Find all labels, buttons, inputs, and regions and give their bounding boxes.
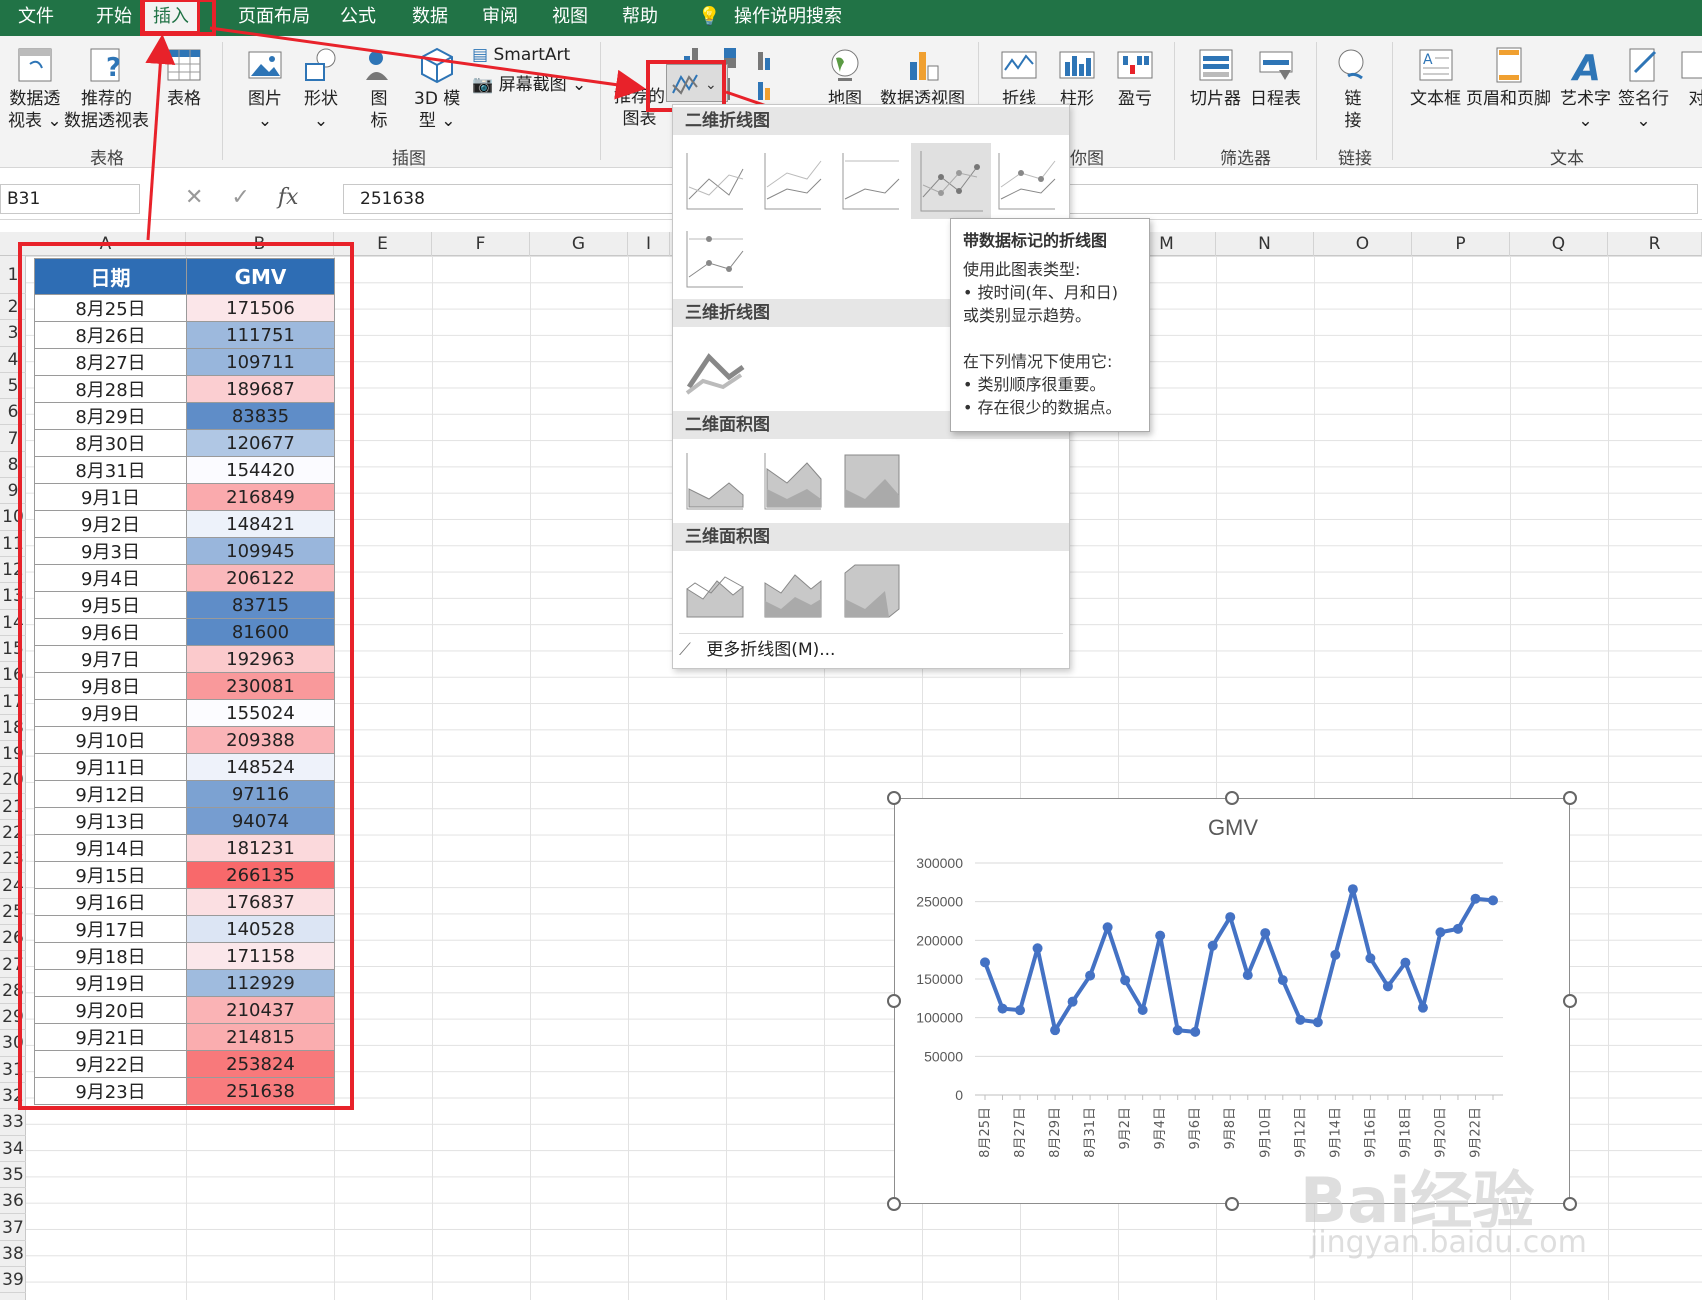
tooltip-line <box>963 327 1137 350</box>
gmv-line-chart[interactable]: GMV 0 50000 100000 150000 200000 250000 300000 8… <box>894 798 1570 1204</box>
resize-handle[interactable] <box>1563 791 1577 805</box>
line-with-markers-thumb <box>920 151 983 212</box>
row-header[interactable]: 36 <box>0 1188 26 1215</box>
data-point <box>1277 975 1288 986</box>
x-tick-label: 9月8日 <box>1223 1107 1238 1150</box>
x-tick-label: 9月2日 <box>1118 1107 1133 1150</box>
highlight-data-range <box>18 242 354 1110</box>
data-point <box>1172 1025 1183 1036</box>
data-point <box>1120 975 1131 986</box>
chart-title: GMV <box>1208 815 1258 840</box>
data-point <box>1225 912 1236 923</box>
row-header[interactable]: 39 <box>0 1267 26 1294</box>
data-point <box>1260 928 1271 939</box>
data-point <box>980 957 990 968</box>
row-header[interactable]: 38 <box>0 1241 26 1268</box>
chart-type-tooltip: 带数据标记的折线图 使用此图表类型: • 按时间(年、月和日) 或类别显示趋势。… <box>950 218 1150 432</box>
row-header[interactable]: 37 <box>0 1215 26 1241</box>
data-point <box>1330 949 1341 960</box>
row-header[interactable]: 34 <box>0 1136 26 1162</box>
row-header[interactable]: 33 <box>0 1109 26 1136</box>
data-point <box>1050 1025 1061 1036</box>
y-tick-label: 150000 <box>916 971 963 987</box>
resize-handle[interactable] <box>1563 1197 1577 1211</box>
resize-handle[interactable] <box>1563 994 1577 1008</box>
stacked-line-markers-thumb[interactable] <box>995 149 1059 213</box>
data-point <box>1435 927 1446 938</box>
row-header[interactable]: 35 <box>0 1162 26 1189</box>
resize-handle[interactable] <box>887 1197 901 1211</box>
x-tick-label: 9月4日 <box>1153 1107 1168 1150</box>
data-point <box>1470 893 1481 904</box>
data-point <box>1155 930 1166 941</box>
data-point <box>1085 970 1096 981</box>
data-point <box>1365 953 1376 964</box>
x-tick-label: 9月10日 <box>1258 1107 1273 1158</box>
stacked-area-thumb[interactable] <box>761 449 825 513</box>
more-line-charts-label: 更多折线图(M)... <box>706 640 836 660</box>
3d-area-thumb[interactable] <box>683 559 747 623</box>
resize-handle[interactable] <box>887 791 901 805</box>
x-tick-label: 9月6日 <box>1188 1107 1203 1150</box>
tooltip-line: 在下列情况下使用它: <box>963 352 1113 371</box>
data-point <box>1382 981 1393 992</box>
data-point <box>1067 996 1078 1007</box>
data-point <box>1242 970 1253 981</box>
line-chart-thumb[interactable] <box>683 149 747 213</box>
data-point <box>997 1003 1008 1014</box>
data-point <box>1102 922 1113 933</box>
section-3d-area: 三维面积图 <box>673 523 1069 551</box>
chart-plot: GMV 0 50000 100000 150000 200000 250000 300000 8… <box>916 815 1503 1158</box>
resize-handle[interactable] <box>1225 1197 1239 1211</box>
data-point <box>1347 884 1358 895</box>
data-point <box>1312 1017 1323 1028</box>
data-point <box>1295 1014 1306 1025</box>
data-point <box>1190 1026 1201 1037</box>
tooltip-line: • 按时间(年、月和日) <box>963 283 1119 302</box>
series-line <box>983 887 1494 1034</box>
x-tick-label: 8月25日 <box>978 1107 993 1158</box>
x-tick-label: 8月31日 <box>1083 1107 1098 1158</box>
resize-handle[interactable] <box>1225 791 1239 805</box>
data-point <box>1400 957 1411 968</box>
tooltip-line: • 类别顺序很重要。 <box>963 375 1106 394</box>
data-point <box>1032 943 1043 954</box>
x-tick-label: 8月27日 <box>1013 1107 1028 1158</box>
data-point <box>1417 1002 1428 1013</box>
x-tick-label: 8月29日 <box>1048 1107 1063 1158</box>
watermark-url: jingyan.baidu.com <box>1310 1225 1587 1260</box>
section-2d-line: 二维折线图 <box>673 107 1069 135</box>
100-stacked-markers-thumb[interactable] <box>683 227 747 291</box>
3d-stacked-area-thumb[interactable] <box>761 559 825 623</box>
y-tick-label: 100000 <box>916 1010 963 1026</box>
data-point <box>1488 895 1498 906</box>
area-thumb[interactable] <box>683 449 747 513</box>
y-tick-label: 250000 <box>916 894 963 910</box>
y-tick-label: 50000 <box>924 1048 963 1064</box>
resize-handle[interactable] <box>887 994 901 1008</box>
stacked-line-thumb[interactable] <box>761 149 825 213</box>
tooltip-line: 或类别显示趋势。 <box>963 306 1092 325</box>
data-point <box>1137 1004 1148 1015</box>
y-tick-label: 200000 <box>916 932 963 948</box>
3d-line-thumb[interactable] <box>683 337 747 401</box>
y-tick-label: 0 <box>955 1087 963 1103</box>
more-line-charts[interactable]: ⟋ 更多折线图(M)... <box>679 633 1063 665</box>
line-chart-small-icon: ⟋ <box>679 640 697 660</box>
tooltip-line: 使用此图表类型: <box>963 260 1081 279</box>
y-tick-label: 300000 <box>916 855 963 871</box>
line-with-markers-selected[interactable] <box>911 143 991 219</box>
tooltip-title: 带数据标记的折线图 <box>963 231 1108 250</box>
100-stacked-area-thumb[interactable] <box>839 449 903 513</box>
data-point <box>1452 923 1463 934</box>
data-point <box>1207 940 1218 951</box>
tooltip-line: • 存在很少的数据点。 <box>963 398 1122 417</box>
100-stacked-line-thumb[interactable] <box>839 149 903 213</box>
data-point <box>1015 1005 1026 1016</box>
3d-100-stacked-area-thumb[interactable] <box>839 559 903 623</box>
